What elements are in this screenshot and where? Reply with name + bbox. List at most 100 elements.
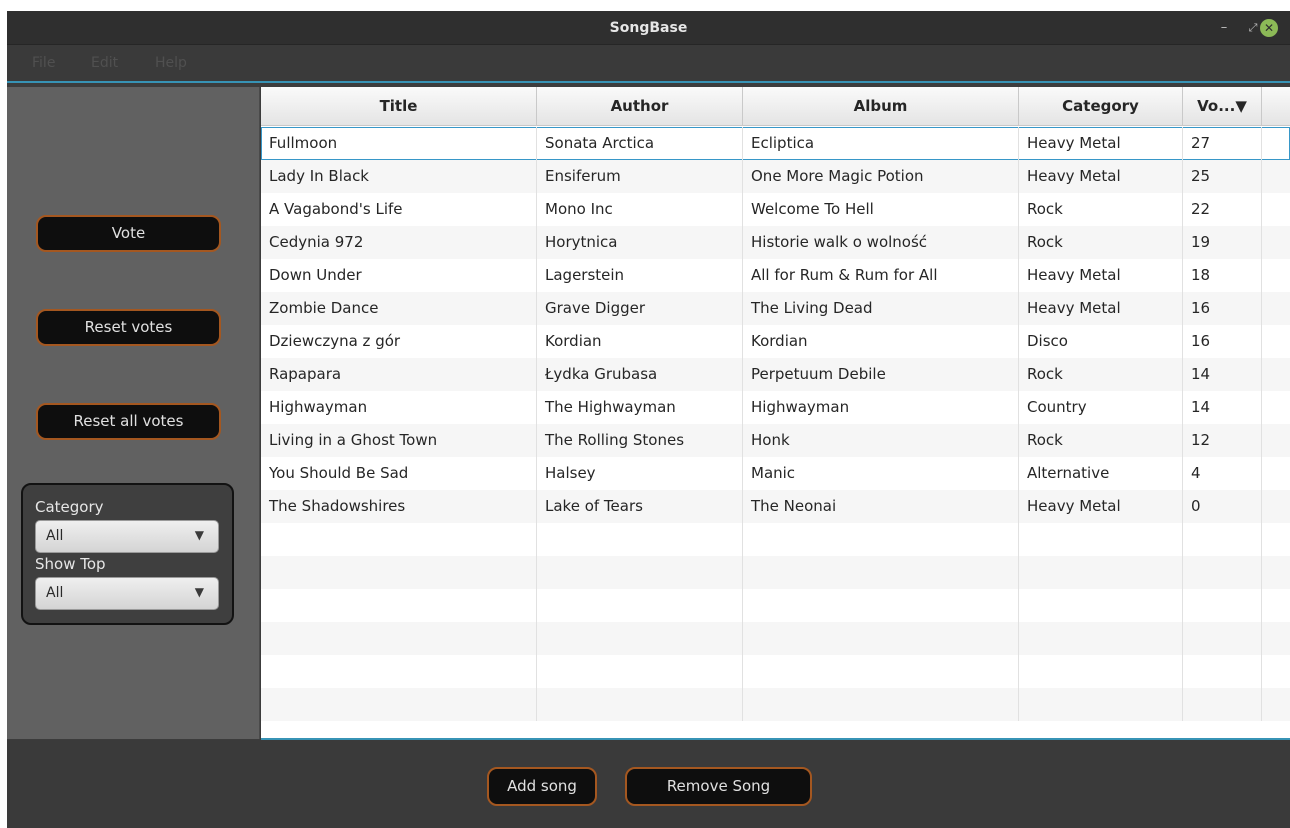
cell-category: Heavy Metal: [1019, 127, 1183, 160]
empty-cell: [261, 589, 537, 622]
show-top-select-value: All: [46, 585, 64, 601]
cell-category: Heavy Metal: [1019, 259, 1183, 292]
empty-cell: [261, 688, 537, 721]
column-header-category[interactable]: Category: [1019, 87, 1183, 126]
sidebar: Vote Reset votes Reset all votes Categor…: [7, 87, 260, 739]
empty-cell: [261, 622, 537, 655]
empty-cell: [1183, 589, 1262, 622]
empty-cell: [1019, 622, 1183, 655]
menu-bar: File Edit Help: [7, 45, 1290, 83]
empty-cell: [743, 523, 1019, 556]
cell-album: The Neonai: [743, 490, 1019, 523]
cell-votes: 16: [1183, 292, 1262, 325]
column-header-votes[interactable]: Vo...▼: [1183, 87, 1262, 126]
vote-button[interactable]: Vote: [36, 215, 221, 252]
cell-title: Fullmoon: [261, 127, 537, 160]
menu-file[interactable]: File: [32, 55, 55, 71]
empty-cell: [261, 523, 537, 556]
cell-author: Halsey: [537, 457, 743, 490]
cell-album: Historie walk o wolność: [743, 226, 1019, 259]
cell-votes: 16: [1183, 325, 1262, 358]
cell-title: Highwayman: [261, 391, 537, 424]
table-row[interactable]: Dziewczyna z gór Kordian Kordian Disco 16: [261, 325, 1290, 358]
reset-votes-button[interactable]: Reset votes: [36, 309, 221, 346]
chevron-down-icon: ▼: [194, 528, 204, 542]
table-row[interactable]: Fullmoon Sonata Arctica Ecliptica Heavy Met…: [261, 127, 1290, 160]
table-row[interactable]: Living in a Ghost Town The Rolling Stones…: [261, 424, 1290, 457]
cell-author: Lake of Tears: [537, 490, 743, 523]
empty-cell: [1019, 655, 1183, 688]
cell-album: Highwayman: [743, 391, 1019, 424]
chevron-down-icon: ▼: [194, 585, 204, 599]
empty-cell: [1019, 556, 1183, 589]
table-row[interactable]: Zombie Dance Grave Digger The Living Dead H…: [261, 292, 1290, 325]
cell-category: Heavy Metal: [1019, 160, 1183, 193]
table-row[interactable]: Down Under Lagerstein All for Rum & Rum fo…: [261, 259, 1290, 292]
cell-author: Ensiferum: [537, 160, 743, 193]
cell-album: Ecliptica: [743, 127, 1019, 160]
cell-album: One More Magic Potion: [743, 160, 1019, 193]
table-row[interactable]: Cedynia 972 Horytnica Historie walk o woln…: [261, 226, 1290, 259]
empty-table-row: [261, 523, 1290, 556]
menu-help[interactable]: Help: [155, 55, 187, 71]
empty-table-row: [261, 622, 1290, 655]
table-row[interactable]: A Vagabond's Life Mono Inc Welcome To Hell…: [261, 193, 1290, 226]
show-top-label: Show Top: [35, 555, 106, 573]
cell-category: Rock: [1019, 226, 1183, 259]
close-button[interactable]: ✕: [1260, 19, 1278, 37]
cell-votes: 27: [1183, 127, 1262, 160]
table-row[interactable]: Lady In Black Ensiferum One More Magic Pot…: [261, 160, 1290, 193]
column-header-author[interactable]: Author: [537, 87, 743, 126]
empty-cell: [537, 622, 743, 655]
column-header-filler: [1262, 87, 1290, 126]
cell-title: A Vagabond's Life: [261, 193, 537, 226]
filter-panel: Category All ▼ Show Top All ▼: [21, 483, 234, 625]
songs-table[interactable]: Title Author Album Category Vo...▼ Fullmoon S…: [261, 87, 1290, 740]
table-row[interactable]: You Should Be Sad Halsey Manic Alternative 4: [261, 457, 1290, 490]
menu-edit[interactable]: Edit: [91, 55, 118, 71]
empty-cell: [261, 556, 537, 589]
cell-album: Kordian: [743, 325, 1019, 358]
cell-album: All for Rum & Rum for All: [743, 259, 1019, 292]
show-top-select[interactable]: All ▼: [35, 577, 219, 610]
cell-votes: 25: [1183, 160, 1262, 193]
cell-votes: 14: [1183, 358, 1262, 391]
empty-cell: [743, 688, 1019, 721]
empty-cell: [537, 523, 743, 556]
cell-title: Lady In Black: [261, 160, 537, 193]
reset-all-votes-button[interactable]: Reset all votes: [36, 403, 221, 440]
cell-title: You Should Be Sad: [261, 457, 537, 490]
empty-cell: [537, 556, 743, 589]
table-row[interactable]: Rapapara Łydka Grubasa Perpetuum Debile Roc…: [261, 358, 1290, 391]
empty-cell: [1183, 556, 1262, 589]
table-row[interactable]: The Shadowshires Lake of Tears The Neonai H…: [261, 490, 1290, 523]
window-title: SongBase: [609, 20, 688, 36]
cell-title: Dziewczyna z gór: [261, 325, 537, 358]
empty-cell: [743, 655, 1019, 688]
cell-category: Country: [1019, 391, 1183, 424]
empty-cell: [1183, 622, 1262, 655]
cell-category: Heavy Metal: [1019, 490, 1183, 523]
table-row[interactable]: Highwayman The Highwayman Highwayman Countr…: [261, 391, 1290, 424]
empty-cell: [1183, 523, 1262, 556]
empty-cell: [1183, 688, 1262, 721]
cell-votes: 22: [1183, 193, 1262, 226]
table-header: Title Author Album Category Vo...▼: [261, 87, 1290, 126]
remove-song-button[interactable]: Remove Song: [625, 767, 812, 806]
title-bar: SongBase – ⤢ ✕: [7, 11, 1290, 45]
empty-cell: [1019, 523, 1183, 556]
column-header-title[interactable]: Title: [261, 87, 537, 126]
cell-author: Kordian: [537, 325, 743, 358]
empty-cell: [743, 589, 1019, 622]
minimize-button[interactable]: –: [1215, 19, 1233, 37]
cell-author: The Rolling Stones: [537, 424, 743, 457]
cell-album: The Living Dead: [743, 292, 1019, 325]
column-header-album[interactable]: Album: [743, 87, 1019, 126]
cell-author: Łydka Grubasa: [537, 358, 743, 391]
empty-cell: [537, 688, 743, 721]
category-label: Category: [35, 498, 104, 516]
add-song-button[interactable]: Add song: [487, 767, 597, 806]
empty-cell: [537, 655, 743, 688]
empty-cell: [1019, 688, 1183, 721]
category-select[interactable]: All ▼: [35, 520, 219, 553]
